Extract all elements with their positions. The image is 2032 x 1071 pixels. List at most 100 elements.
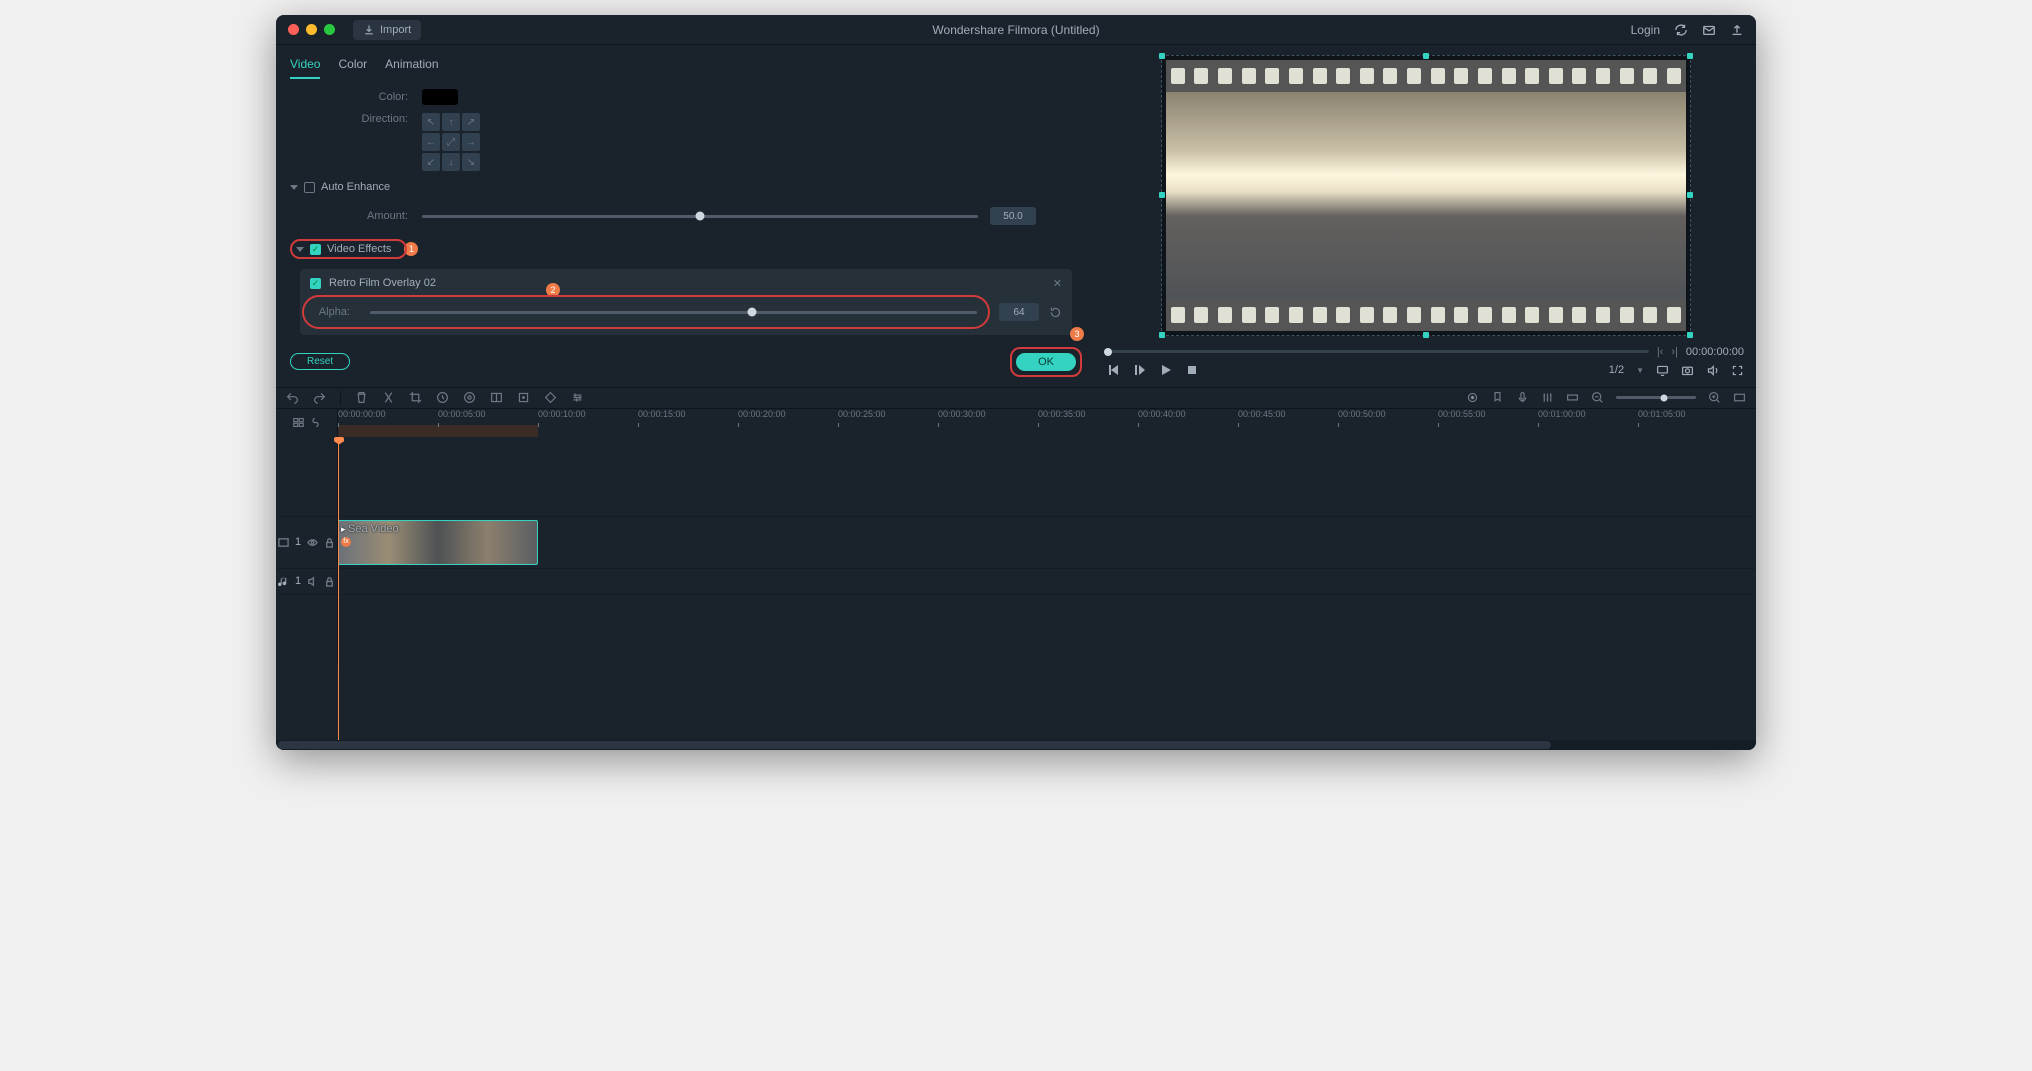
adjust-icon[interactable] [571, 391, 584, 404]
preview-scrubber[interactable] [1108, 350, 1649, 353]
tab-color[interactable]: Color [338, 53, 367, 79]
transform-handle[interactable] [1687, 53, 1693, 59]
timeline-gutter-head [276, 409, 338, 437]
export-icon[interactable] [1730, 23, 1744, 37]
zoom-fit-icon[interactable] [1733, 391, 1746, 404]
motion-tracking-icon[interactable] [517, 391, 530, 404]
stop-icon[interactable] [1186, 364, 1198, 376]
clip-label: ▸ Sea Video [341, 523, 399, 535]
crop-icon[interactable] [409, 391, 422, 404]
track-manager-icon[interactable] [293, 417, 304, 428]
fullscreen-icon[interactable] [1731, 364, 1744, 377]
import-button[interactable]: Import [353, 20, 421, 40]
lock-icon[interactable] [324, 537, 335, 548]
amount-slider[interactable] [422, 215, 978, 218]
main-area: Video Color Animation Color: Direction: … [276, 45, 1756, 387]
alpha-value[interactable] [999, 303, 1039, 321]
transform-handle[interactable] [1159, 192, 1165, 198]
mute-icon[interactable] [307, 576, 318, 587]
preview-panel: |‹ ›| 00:00:00:00 1/2 ▼ [1096, 45, 1756, 387]
mixer-icon[interactable] [1541, 391, 1554, 404]
video-clip[interactable]: ▸ Sea Video fx [338, 520, 538, 565]
ruler-tick: 00:00:10:00 [538, 409, 586, 419]
dir-e[interactable]: → [462, 133, 480, 151]
mic-icon[interactable] [1516, 391, 1529, 404]
render-icon[interactable] [1466, 391, 1479, 404]
lock-icon[interactable] [324, 576, 335, 587]
effect-item-head: Retro Film Overlay 02 [310, 277, 1062, 289]
sync-icon[interactable] [1674, 23, 1688, 37]
reset-button[interactable]: Reset [290, 353, 350, 370]
volume-icon[interactable] [1706, 364, 1719, 377]
zoom-in-icon[interactable] [1708, 391, 1721, 404]
sequence-icon[interactable] [1566, 391, 1579, 404]
step-back-icon[interactable] [1108, 364, 1120, 376]
audio-track-content[interactable] [338, 569, 1756, 594]
ok-button[interactable]: OK [1016, 353, 1076, 371]
keyframe-icon[interactable] [544, 391, 557, 404]
ruler-tick: 00:01:05:00 [1638, 409, 1686, 419]
video-effects-checkbox[interactable] [310, 244, 321, 255]
mail-icon[interactable] [1702, 23, 1716, 37]
marker-icon[interactable] [1491, 391, 1504, 404]
snapshot-icon[interactable] [1681, 364, 1694, 377]
color-swatch[interactable] [422, 89, 458, 105]
dir-nw[interactable]: ↖ [422, 113, 440, 131]
maximize-window-icon[interactable] [324, 24, 335, 35]
reset-icon[interactable] [1049, 306, 1062, 319]
dir-ne[interactable]: ↗ [462, 113, 480, 131]
track-content[interactable] [338, 595, 1756, 665]
transform-handle[interactable] [1159, 332, 1165, 338]
direction-grid[interactable]: ↖↑↗ ←⤢→ ↙↓↘ [422, 113, 480, 171]
auto-enhance-checkbox[interactable] [304, 182, 315, 193]
transform-handle[interactable] [1159, 53, 1165, 59]
effect-remove-button[interactable]: ✕ [1053, 277, 1062, 290]
tab-animation[interactable]: Animation [385, 53, 438, 79]
scrub-nav-right[interactable]: ›| [1671, 346, 1678, 358]
transform-handle[interactable] [1423, 332, 1429, 338]
preview-canvas[interactable] [1161, 55, 1691, 336]
auto-enhance-section[interactable]: Auto Enhance [276, 175, 1096, 199]
transform-handle[interactable] [1687, 192, 1693, 198]
display-icon[interactable] [1656, 364, 1669, 377]
dir-se[interactable]: ↘ [462, 153, 480, 171]
timeline-hscroll[interactable] [276, 740, 1756, 750]
clip-effect-badge[interactable]: fx [341, 537, 351, 547]
chevron-down-icon[interactable] [296, 247, 304, 252]
speed-icon[interactable] [436, 391, 449, 404]
frame-back-icon[interactable] [1134, 364, 1146, 376]
timeline-ruler[interactable]: 00:00:00:0000:00:05:0000:00:10:0000:00:1… [338, 409, 1756, 437]
undo-icon[interactable] [286, 391, 299, 404]
delete-icon[interactable] [355, 391, 368, 404]
track-content[interactable] [338, 437, 1756, 516]
color-icon[interactable] [463, 391, 476, 404]
color-row: Color: [276, 85, 1096, 109]
zoom-slider[interactable] [1616, 396, 1696, 399]
dir-s[interactable]: ↓ [442, 153, 460, 171]
redo-icon[interactable] [313, 391, 326, 404]
green-screen-icon[interactable] [490, 391, 503, 404]
audio-track-label: 1 [295, 575, 301, 587]
dir-w[interactable]: ← [422, 133, 440, 151]
effect-enable-checkbox[interactable] [310, 278, 321, 289]
zoom-out-icon[interactable] [1591, 391, 1604, 404]
transform-handle[interactable] [1423, 53, 1429, 59]
amount-value[interactable] [990, 207, 1036, 225]
split-icon[interactable] [382, 391, 395, 404]
alpha-slider[interactable] [370, 311, 977, 314]
chevron-down-icon[interactable]: ▼ [1636, 366, 1644, 375]
dir-sw[interactable]: ↙ [422, 153, 440, 171]
dir-n[interactable]: ↑ [442, 113, 460, 131]
play-icon[interactable] [1160, 364, 1172, 376]
minimize-window-icon[interactable] [306, 24, 317, 35]
tab-video[interactable]: Video [290, 53, 320, 79]
scrub-nav-left[interactable]: |‹ [1657, 346, 1664, 358]
login-button[interactable]: Login [1631, 23, 1660, 37]
link-icon[interactable] [310, 417, 321, 428]
close-window-icon[interactable] [288, 24, 299, 35]
preview-scale-select[interactable]: 1/2 [1609, 364, 1624, 376]
video-track-content[interactable]: ▸ Sea Video fx [338, 517, 1756, 568]
eye-icon[interactable] [307, 537, 318, 548]
dir-c[interactable]: ⤢ [442, 133, 460, 151]
transform-handle[interactable] [1687, 332, 1693, 338]
